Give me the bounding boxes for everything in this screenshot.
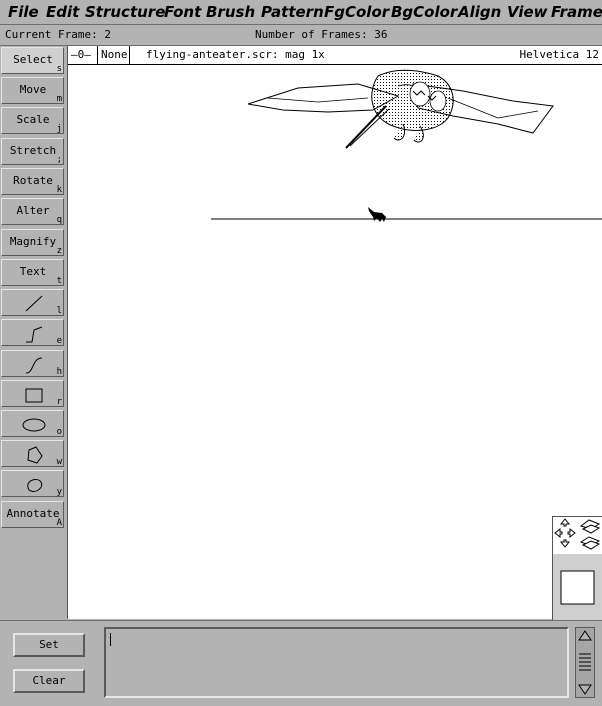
- tool-select-label: Select: [13, 53, 53, 66]
- tool-polygon[interactable]: w: [1, 440, 64, 467]
- tool-magnify[interactable]: Magnify z: [1, 229, 64, 256]
- tool-rotate-label: Rotate: [13, 174, 53, 187]
- clear-button[interactable]: Clear: [13, 669, 85, 693]
- command-scrollbar[interactable]: [575, 627, 595, 698]
- tool-annotate[interactable]: Annotate A: [1, 501, 64, 528]
- menu-pattern[interactable]: Pattern: [261, 2, 324, 22]
- drawing-canvas[interactable]: —0— None flying-anteater.scr: mag 1x Hel…: [67, 46, 602, 619]
- tool-polygon-key: w: [56, 457, 62, 467]
- menu-align[interactable]: Align: [458, 2, 501, 22]
- tool-scale[interactable]: Scale j: [1, 107, 64, 134]
- tool-alter-key: q: [56, 215, 62, 225]
- tool-move[interactable]: Move m: [1, 77, 64, 104]
- command-input[interactable]: [104, 627, 569, 698]
- tool-scale-label: Scale: [16, 113, 50, 126]
- tool-move-label: Move: [19, 83, 47, 96]
- drawing-artwork: [211, 69, 602, 222]
- tool-stretch-key: ;: [56, 155, 62, 165]
- tool-multiline[interactable]: e: [1, 319, 64, 346]
- tool-ellipse[interactable]: o: [1, 410, 64, 437]
- menu-bgcolor[interactable]: BgColor: [391, 2, 457, 22]
- panner-viewport[interactable]: [560, 570, 595, 605]
- tool-stretch-label: Stretch: [9, 144, 57, 157]
- menu-fgcolor[interactable]: FgColor: [324, 2, 389, 22]
- scrollbar-graphics: [578, 630, 592, 695]
- tool-select[interactable]: Select s: [1, 47, 64, 74]
- tool-spline-key: h: [56, 367, 62, 377]
- menu-frame[interactable]: Frame: [551, 2, 602, 22]
- multiline-icon: [26, 326, 43, 343]
- scroll-up-icon[interactable]: [578, 630, 592, 641]
- menu-file[interactable]: File: [8, 2, 39, 22]
- closed-spline-icon: [27, 479, 43, 492]
- tool-select-key: s: [56, 64, 62, 74]
- menu-font[interactable]: Font: [164, 2, 201, 22]
- tool-line-key: l: [56, 306, 62, 316]
- tool-magnify-key: z: [56, 246, 62, 256]
- tool-annotate-label: Annotate: [6, 507, 60, 520]
- rectangle-icon: [25, 388, 43, 403]
- frame-status-bar: Current Frame: 2 Number of Frames: 36: [0, 25, 602, 46]
- menu-edit[interactable]: Edit: [46, 2, 79, 22]
- panner-controls: [553, 517, 602, 620]
- tool-text-key: t: [56, 276, 62, 286]
- text-cursor: [110, 633, 111, 646]
- tool-rotate[interactable]: Rotate k: [1, 168, 64, 195]
- tool-magnify-label: Magnify: [9, 235, 57, 248]
- tool-move-key: m: [56, 94, 62, 104]
- tool-rectangle[interactable]: r: [1, 380, 64, 407]
- tool-annotate-key: A: [56, 518, 62, 528]
- menu-view[interactable]: View: [507, 2, 548, 22]
- menu-bar: File Edit Structure Font Brush Pattern F…: [0, 0, 602, 25]
- tool-alter[interactable]: Alter q: [1, 198, 64, 225]
- tool-text-label: Text: [19, 265, 47, 278]
- scroll-down-icon[interactable]: [578, 684, 592, 695]
- polygon-icon: [27, 446, 43, 464]
- ellipse-icon: [22, 418, 46, 432]
- tool-stretch[interactable]: Stretch ;: [1, 138, 64, 165]
- command-panel: Set Clear: [0, 620, 602, 706]
- panner: [552, 516, 602, 620]
- number-of-frames-label: Number of Frames: 36: [255, 28, 388, 41]
- set-button[interactable]: Set: [13, 633, 85, 657]
- tool-multiline-key: e: [56, 336, 62, 346]
- tool-spline[interactable]: h: [1, 350, 64, 377]
- tool-rectangle-key: r: [56, 397, 62, 407]
- tool-line[interactable]: l: [1, 289, 64, 316]
- tool-alter-label: Alter: [16, 204, 50, 217]
- tool-text[interactable]: Text t: [1, 259, 64, 286]
- tool-closed-spline-key: y: [56, 487, 62, 497]
- current-frame-label: Current Frame: 2: [5, 28, 111, 41]
- tool-scale-key: j: [56, 124, 62, 134]
- tool-closed-spline[interactable]: y: [1, 470, 64, 497]
- line-icon: [25, 295, 43, 312]
- menu-brush[interactable]: Brush: [206, 2, 255, 22]
- tool-rotate-key: k: [56, 185, 62, 195]
- tool-ellipse-key: o: [56, 427, 62, 437]
- spline-icon: [25, 357, 43, 374]
- menu-structure[interactable]: Structure: [85, 2, 165, 22]
